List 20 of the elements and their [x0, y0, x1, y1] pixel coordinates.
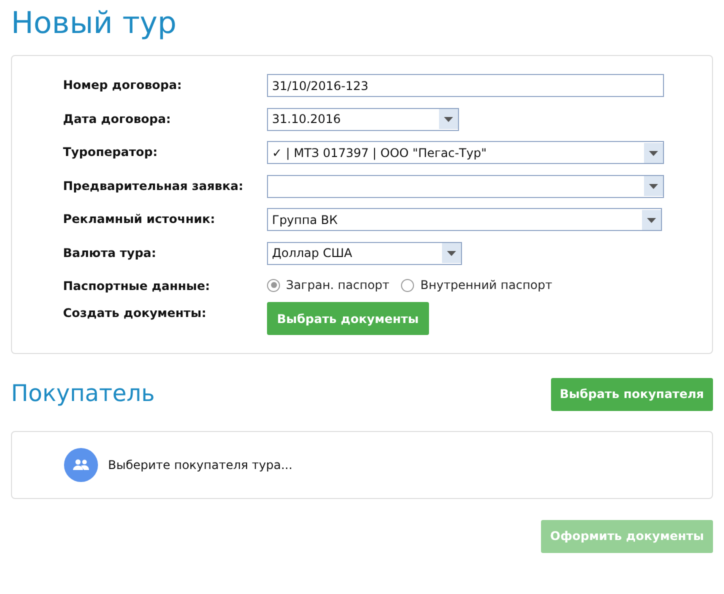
dropdown-field[interactable]: 31.10.2016 — [267, 108, 459, 130]
page-title: Новый тур — [11, 5, 178, 43]
dropdown-field[interactable]: Доллар США — [267, 242, 462, 264]
text-field[interactable]: 31/10/2016-123 — [267, 74, 664, 97]
dropdown-field[interactable]: ✓ | МТЗ 017397 | ООО "Пегас-Тур" — [267, 141, 664, 164]
field-label: Создать документы: — [63, 305, 208, 320]
radio-option[interactable]: Загран. паспорт — [267, 278, 390, 292]
dropdown-field[interactable]: Группа ВК — [267, 208, 662, 231]
buyer-prompt: Выберите покупателя тура... — [108, 458, 292, 472]
section-title: Покупатель — [11, 381, 155, 407]
radio-option[interactable]: Внутренний паспорт — [401, 278, 552, 292]
dropdown-field[interactable] — [267, 174, 664, 198]
field-label: Паспортные данные: — [63, 278, 211, 293]
field-label: Рекламный источник: — [63, 211, 216, 226]
people-icon — [64, 448, 98, 482]
field-label: Дата договора: — [63, 110, 172, 126]
field-label: Номер договора: — [63, 77, 183, 92]
field-label: Туроператор: — [63, 144, 159, 159]
field-label: Предварительная заявка: — [63, 178, 244, 192]
field-label: Валюта тура: — [63, 244, 158, 260]
